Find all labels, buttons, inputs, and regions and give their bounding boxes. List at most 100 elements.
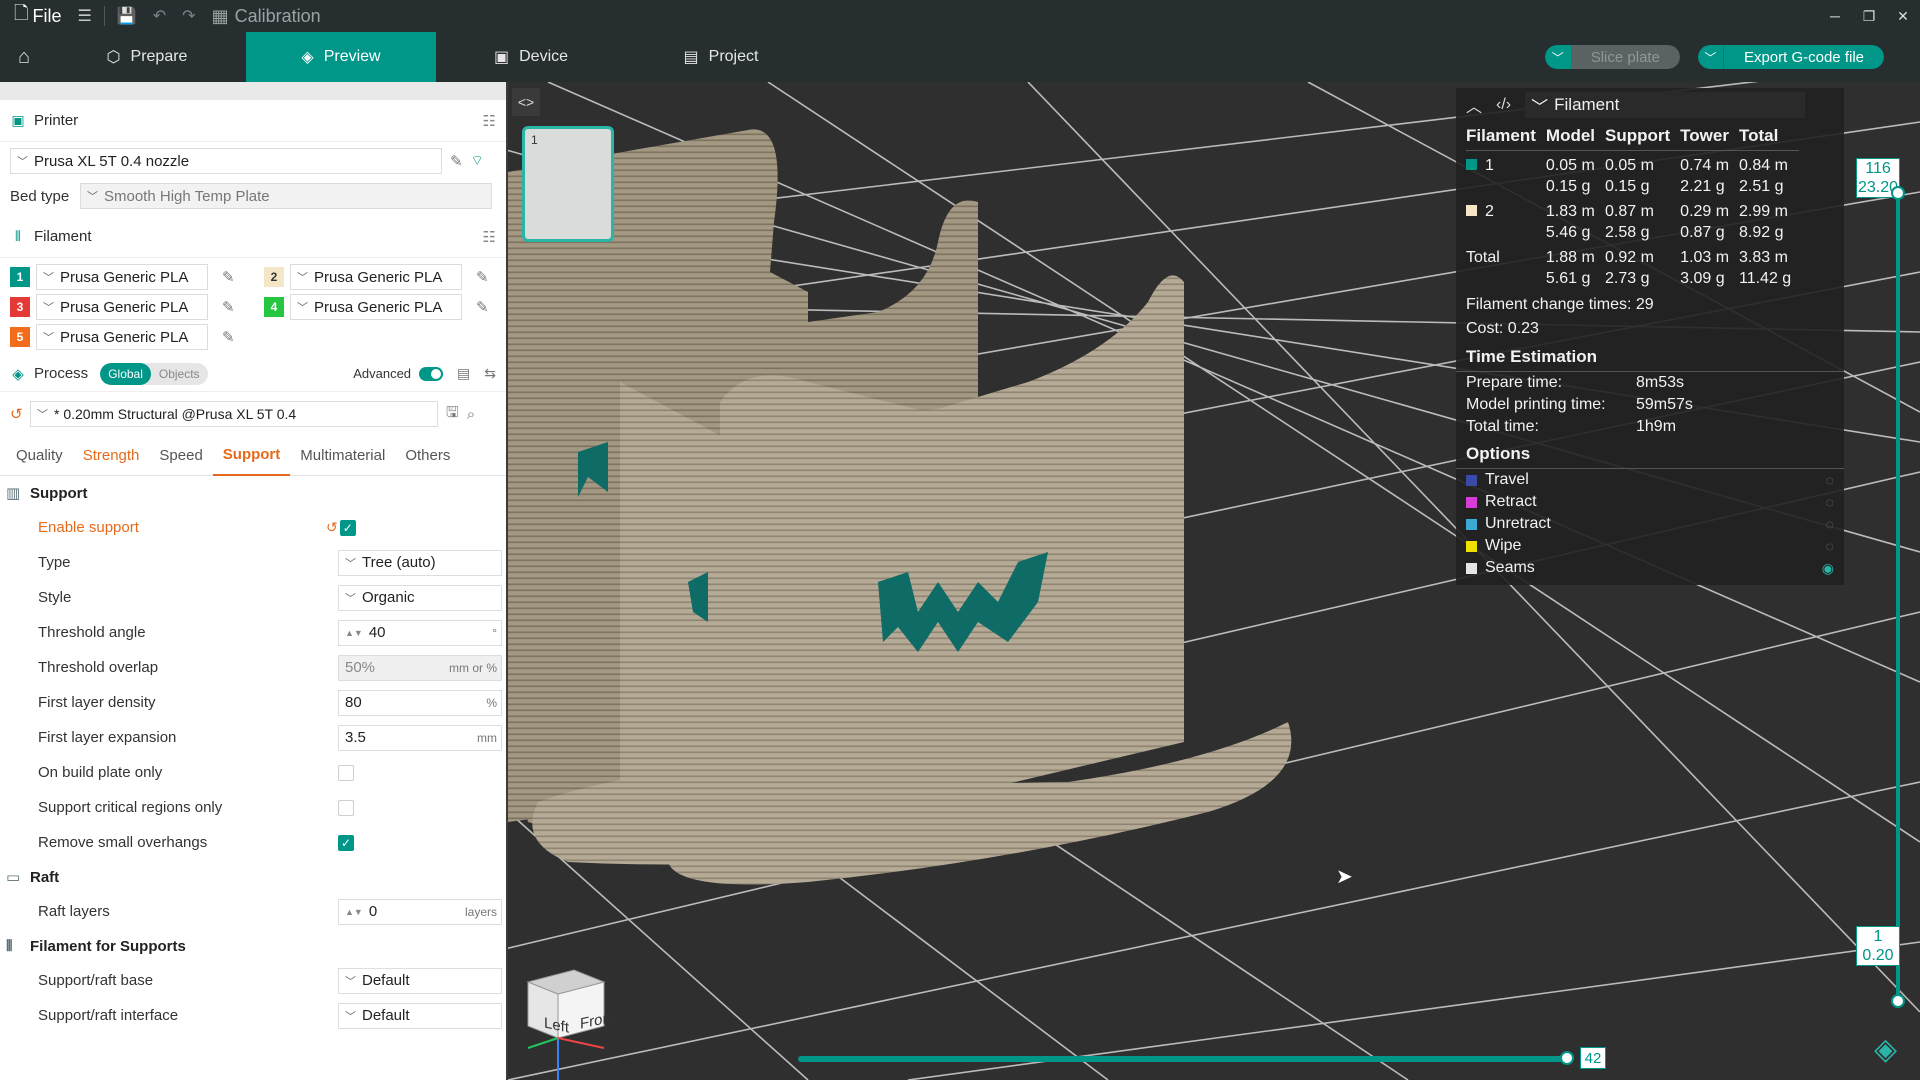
support-style-select[interactable]: ﹀ Organic — [338, 584, 502, 611]
layer-slider[interactable] — [1891, 186, 1905, 1008]
support-type-select[interactable]: ﹀ Tree (auto) — [338, 549, 502, 576]
export-gcode-button[interactable]: ﹀ Export G-code file — [1697, 45, 1884, 69]
edit-icon[interactable]: ✎ — [476, 298, 489, 316]
bottom-layer-number: 1 — [1873, 928, 1883, 945]
tab-speed[interactable]: Speed — [149, 436, 212, 476]
plate-thumbnail[interactable]: 1 — [522, 126, 614, 242]
raft-layers-input[interactable]: ▲▼ 0 layers — [338, 898, 502, 925]
option-seams[interactable]: Seams ◉ — [1456, 557, 1844, 579]
global-option[interactable]: Global — [100, 362, 151, 385]
slice-plate-button[interactable]: ﹀ Slice plate — [1544, 45, 1680, 69]
file-menu[interactable]: 🗋 File — [0, 0, 70, 32]
filament-swatch[interactable]: 1 — [10, 267, 30, 287]
filament-swatch[interactable]: 3 — [10, 297, 30, 317]
threshold-overlap-input[interactable]: 50% mm or % — [338, 654, 502, 681]
tab-quality[interactable]: Quality — [6, 436, 73, 476]
first-layer-expansion-input[interactable]: 3.5 mm — [338, 724, 502, 751]
save-preset-icon[interactable]: 🖫 — [446, 402, 459, 427]
layer-slider-top-handle[interactable] — [1891, 186, 1905, 200]
code-icon[interactable]: ‹/› — [1496, 96, 1511, 114]
edit-icon[interactable]: ✎ — [222, 328, 235, 346]
tab-preview[interactable]: ◈ Preview — [246, 32, 436, 82]
filament-swatch[interactable]: 2 — [264, 267, 284, 287]
build-plate-only-checkbox[interactable] — [338, 764, 354, 781]
tower-cell: 1.03 m 3.09 g — [1680, 243, 1739, 289]
restore-icon[interactable]: ❐ — [1852, 8, 1886, 25]
settings-sliders-icon[interactable]: ☷ — [483, 112, 496, 130]
view-mode-select[interactable]: ﹀ Filament — [1525, 92, 1806, 118]
eye-visible-icon[interactable]: ◉ — [1822, 560, 1834, 577]
filament-select[interactable]: ﹀ Prusa Generic PLA — [36, 324, 208, 350]
collapse-sidebar-icon[interactable]: <> — [512, 88, 540, 116]
chevron-down-icon[interactable]: ﹀ — [1697, 45, 1724, 69]
printer-section-header[interactable]: ▣ Printer ☷ — [0, 100, 506, 142]
edit-icon[interactable]: ✎ — [476, 268, 489, 286]
menu-icon[interactable]: ☰ — [70, 0, 100, 32]
compare-icon[interactable]: ▤ — [457, 365, 470, 382]
advanced-toggle[interactable]: Advanced — [353, 366, 444, 381]
edit-icon[interactable]: ✎ — [222, 298, 235, 316]
eye-hidden-icon[interactable]: ◌ — [1826, 472, 1834, 488]
enable-support-checkbox[interactable]: ✓ — [339, 519, 356, 536]
advanced-switch[interactable] — [419, 366, 444, 381]
settings-sliders-icon[interactable]: ☷ — [483, 228, 496, 246]
printer-section-title: Printer — [34, 112, 79, 129]
tab-prepare[interactable]: ⬡ Prepare — [48, 32, 246, 82]
chevron-down-icon[interactable]: ﹀ — [1544, 45, 1571, 69]
layer-slider-bottom-handle[interactable] — [1891, 994, 1905, 1008]
tab-others[interactable]: Others — [395, 436, 460, 476]
tab-device[interactable]: ▣ Device — [436, 32, 626, 82]
reset-icon[interactable]: ↺ — [326, 519, 338, 536]
tab-strength[interactable]: Strength — [73, 436, 150, 476]
tab-support[interactable]: Support — [212, 436, 291, 476]
global-objects-toggle[interactable]: Global Objects — [100, 362, 208, 385]
weight-value: 5.46 g — [1545, 224, 1591, 241]
undo-icon[interactable]: ↶ — [145, 0, 174, 32]
printer-preset-select[interactable]: ﹀ Prusa XL 5T 0.4 nozzle — [10, 148, 442, 174]
filament-select[interactable]: ﹀ Prusa Generic PLA — [290, 294, 462, 320]
spin-arrows-icon[interactable]: ▲▼ — [345, 907, 363, 916]
save-icon[interactable]: 💾 — [109, 0, 145, 32]
objects-option[interactable]: Objects — [151, 363, 208, 385]
collapse-up-icon[interactable]: ︿ — [1466, 93, 1482, 117]
edit-icon[interactable]: ✎ — [450, 152, 463, 170]
option-wipe[interactable]: Wipe ◌ — [1456, 535, 1844, 557]
reset-icon[interactable]: ↺ — [10, 405, 30, 423]
bed-type-select[interactable]: ﹀ Smooth High Temp Plate — [80, 183, 492, 209]
filament-section-header[interactable]: ⦀ Filament ☷ — [0, 216, 506, 258]
layers-icon[interactable]: ◈ — [1874, 1032, 1897, 1067]
close-icon[interactable]: ✕ — [1886, 8, 1920, 25]
edit-icon[interactable]: ✎ — [222, 268, 235, 286]
filament-select[interactable]: ﹀ Prusa Generic PLA — [290, 264, 462, 290]
wifi-icon[interactable]: ⌔ — [471, 152, 484, 170]
eye-hidden-icon[interactable]: ◌ — [1826, 516, 1834, 532]
support-interface-select[interactable]: ﹀ Default — [338, 1002, 502, 1029]
redo-icon[interactable]: ↷ — [174, 0, 203, 32]
minimize-icon[interactable]: ─ — [1818, 8, 1852, 25]
option-unretract[interactable]: Unretract ◌ — [1456, 513, 1844, 535]
eye-hidden-icon[interactable]: ◌ — [1826, 538, 1834, 554]
critical-regions-checkbox[interactable] — [338, 799, 354, 816]
process-preset-select[interactable]: ﹀ * 0.20mm Structural @Prusa XL 5T 0.4 — [30, 401, 438, 427]
remove-overhangs-checkbox[interactable]: ✓ — [338, 834, 354, 851]
home-icon[interactable]: ⌂ — [0, 32, 48, 82]
tab-project[interactable]: ▤ Project — [626, 32, 816, 82]
first-layer-density-input[interactable]: 80 % — [338, 689, 502, 716]
threshold-angle-input[interactable]: ▲▼ 40 ° — [338, 619, 502, 646]
search-icon[interactable]: ⌕ — [467, 406, 475, 423]
move-slider-handle[interactable] — [1560, 1051, 1574, 1065]
filament-swatch[interactable]: 5 — [10, 327, 30, 347]
diff-icon[interactable]: ⇆ — [484, 365, 496, 382]
filament-select[interactable]: ﹀ Prusa Generic PLA — [36, 264, 208, 290]
eye-hidden-icon[interactable]: ◌ — [1826, 494, 1834, 510]
process-preset-row: ↺ ﹀ * 0.20mm Structural @Prusa XL 5T 0.4… — [0, 392, 506, 436]
option-travel[interactable]: Travel ◌ — [1456, 469, 1844, 491]
option-retract[interactable]: Retract ◌ — [1456, 491, 1844, 513]
support-base-select[interactable]: ﹀ Default — [338, 967, 502, 994]
move-slider[interactable] — [798, 1051, 1574, 1065]
3d-viewport[interactable]: <> 1 Left Front ︿ ‹/› ﹀ Filament Filamen… — [508, 82, 1920, 1080]
tab-multimaterial[interactable]: Multimaterial — [290, 436, 395, 476]
spin-arrows-icon[interactable]: ▲▼ — [345, 628, 363, 637]
filament-select[interactable]: ﹀ Prusa Generic PLA — [36, 294, 208, 320]
filament-swatch[interactable]: 4 — [264, 297, 284, 317]
